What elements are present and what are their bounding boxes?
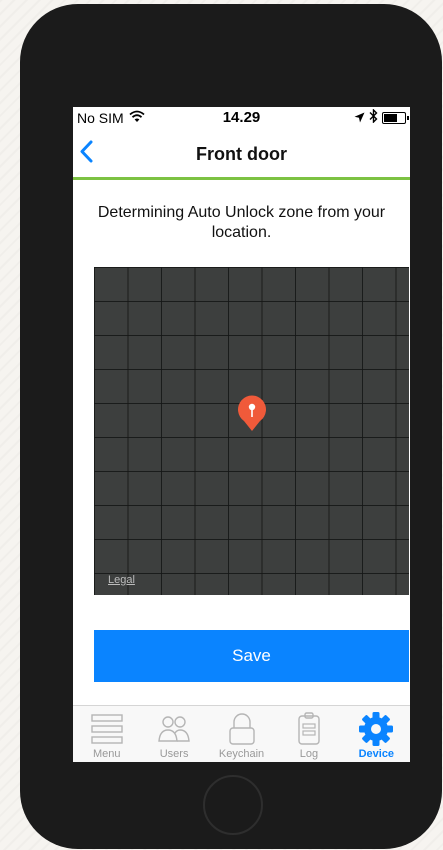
tab-log-label: Log — [299, 748, 319, 760]
nav-bar: Front door — [73, 131, 410, 180]
tab-log[interactable]: Log — [275, 706, 342, 762]
lock-icon — [228, 713, 255, 745]
save-button[interactable]: Save — [94, 630, 409, 682]
app-screen: No SIM 14.29 Front door Determining Auto… — [73, 107, 410, 762]
map-legal-link[interactable]: Legal — [108, 574, 135, 586]
tab-bar: Menu Users Keychain Log Device — [73, 705, 410, 762]
location-arrow-icon — [354, 110, 365, 126]
tab-menu-label: Menu — [92, 748, 121, 760]
battery-fill — [384, 113, 398, 122]
users-icon — [158, 716, 190, 742]
tab-device-label: Device — [358, 748, 395, 760]
clipboard-icon — [298, 712, 320, 745]
tab-keychain-label: Keychain — [218, 748, 265, 760]
tab-users[interactable]: Users — [140, 706, 207, 762]
home-button[interactable] — [203, 775, 263, 835]
map-view[interactable]: Legal — [94, 267, 409, 595]
status-right — [354, 108, 409, 126]
tab-device[interactable]: Device — [343, 706, 410, 762]
phone-frame: No SIM 14.29 Front door Determining Auto… — [20, 4, 442, 849]
page-title: Front door — [196, 144, 287, 164]
location-pin-icon — [238, 395, 266, 431]
tab-keychain[interactable]: Keychain — [208, 706, 275, 762]
tab-menu[interactable]: Menu — [73, 706, 140, 762]
bluetooth-icon — [369, 108, 378, 126]
auto-unlock-info-text: Determining Auto Unlock zone from your l… — [97, 204, 386, 241]
gear-icon — [359, 712, 394, 746]
tab-users-label: Users — [159, 748, 189, 760]
menu-icon — [91, 714, 123, 744]
battery-icon — [382, 111, 409, 124]
status-bar: No SIM 14.29 — [73, 107, 410, 131]
